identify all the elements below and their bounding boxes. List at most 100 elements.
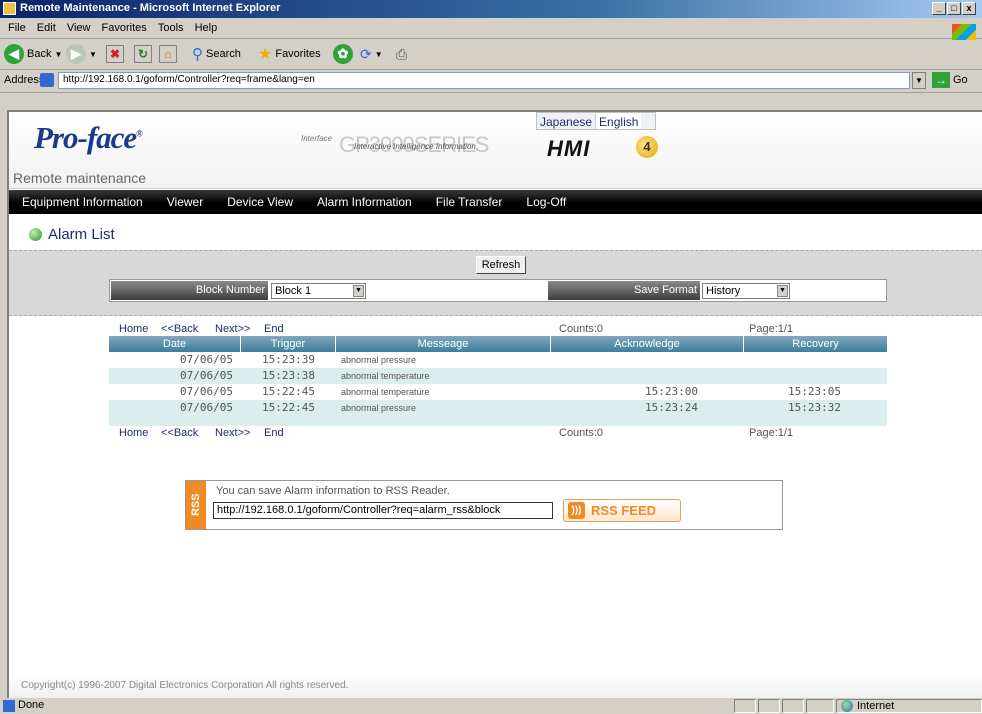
menu-edit[interactable]: Edit bbox=[37, 22, 56, 34]
hmi-logo: HMI bbox=[547, 136, 591, 161]
media-button[interactable]: ✿ bbox=[333, 43, 353, 65]
cell-recovery bbox=[744, 368, 887, 384]
page-subtitle: Remote maintenance bbox=[13, 170, 147, 186]
nav-equipment-information[interactable]: Equipment Information bbox=[22, 195, 143, 209]
cell-recovery: 15:23:32 bbox=[788, 401, 841, 414]
print-icon: ⎙ bbox=[396, 45, 408, 62]
globe-icon bbox=[841, 700, 853, 712]
menu-file[interactable]: File bbox=[8, 22, 26, 34]
rss-feed-button[interactable]: ))) RSS FEED bbox=[563, 499, 681, 522]
nav-file-transfer[interactable]: File Transfer bbox=[436, 195, 503, 209]
address-dropdown-icon[interactable]: ▼ bbox=[912, 72, 926, 89]
rss-icon: ))) bbox=[568, 502, 585, 519]
cell-trigger: 15:22:45 bbox=[262, 385, 315, 398]
history-button[interactable]: ⟳ ▼ bbox=[360, 43, 383, 65]
table-row: 07/06/05 15:23:39 abnormal pressure bbox=[109, 352, 887, 368]
minimize-button[interactable]: _ bbox=[932, 2, 946, 15]
refresh-icon: ↻ bbox=[134, 45, 152, 63]
home-button[interactable]: ⌂ bbox=[159, 43, 177, 65]
favorites-label: Favorites bbox=[275, 48, 321, 60]
stop-icon: ✖ bbox=[106, 45, 124, 63]
address-input[interactable]: http://192.168.0.1/goform/Controller?req… bbox=[58, 72, 910, 89]
windows-logo-icon bbox=[952, 24, 976, 40]
rss-url-field[interactable]: http://192.168.0.1/goform/Controller?req… bbox=[213, 502, 553, 519]
save-format-label: Save Format bbox=[548, 281, 700, 300]
address-label: Address bbox=[4, 74, 45, 86]
nav-home-link[interactable]: Home bbox=[119, 427, 148, 439]
rss-feed-label: RSS FEED bbox=[591, 503, 657, 518]
page-indicator: Page:1/1 bbox=[749, 427, 794, 439]
history-icon: ⟳ bbox=[360, 45, 372, 62]
stop-button[interactable]: ✖ bbox=[106, 43, 124, 65]
forward-dropdown-icon[interactable]: ▼ bbox=[89, 50, 97, 59]
block-number-select[interactable]: Block 1 ▼ bbox=[271, 283, 366, 299]
menu-help[interactable]: Help bbox=[195, 22, 218, 34]
refresh-button[interactable]: Refresh bbox=[476, 256, 526, 274]
rss-tab: RSS bbox=[186, 481, 206, 529]
zone-label: Internet bbox=[857, 700, 895, 712]
favorites-button[interactable]: ★ Favorites bbox=[258, 43, 321, 65]
cell-acknowledge: 15:23:24 bbox=[645, 401, 698, 414]
nav-alarm-information[interactable]: Alarm Information bbox=[317, 195, 412, 209]
home-icon: ⌂ bbox=[159, 45, 177, 63]
lang-japanese-link[interactable]: Japanese bbox=[537, 113, 595, 129]
forward-arrow-icon: ▶ bbox=[66, 44, 86, 64]
nav-next-link[interactable]: Next>> bbox=[215, 323, 250, 335]
search-button[interactable]: ⚲ Search bbox=[192, 43, 241, 65]
menu-view[interactable]: View bbox=[67, 22, 91, 34]
cell-trigger: 15:23:38 bbox=[262, 369, 315, 382]
history-dropdown-icon[interactable]: ▼ bbox=[375, 50, 383, 59]
lang-english-link[interactable]: English bbox=[595, 113, 642, 129]
cell-date: 07/06/05 bbox=[180, 401, 233, 414]
col-recovery: Recovery bbox=[792, 338, 839, 350]
counts-text: Counts:0 bbox=[559, 427, 604, 439]
cell-trigger: 15:23:39 bbox=[262, 353, 315, 366]
nav-back-link[interactable]: <<Back bbox=[161, 323, 198, 335]
nav-home-link[interactable]: Home bbox=[119, 323, 148, 335]
nav-device-view[interactable]: Device View bbox=[227, 195, 293, 209]
table-row: 07/06/05 15:22:45 abnormal pressure 15:2… bbox=[109, 400, 887, 416]
cell-message: abnormal pressure bbox=[341, 355, 417, 365]
menu-tools[interactable]: Tools bbox=[158, 22, 184, 34]
back-arrow-icon: ◀ bbox=[4, 44, 24, 64]
back-dropdown-icon[interactable]: ▼ bbox=[54, 50, 62, 59]
save-format-select[interactable]: History ▼ bbox=[702, 283, 790, 299]
cell-date: 07/06/05 bbox=[180, 385, 233, 398]
save-format-value: History bbox=[706, 285, 741, 297]
nav-log-off[interactable]: Log-Off bbox=[526, 195, 566, 209]
nav-viewer[interactable]: Viewer bbox=[167, 195, 203, 209]
col-acknowledge: Acknowledge bbox=[551, 336, 744, 352]
cell-date: 07/06/05 bbox=[180, 353, 233, 366]
alarm-table: Home <<Back Next>> End Counts:0 Page:1/1… bbox=[109, 322, 887, 440]
window-title: Remote Maintenance - Microsoft Internet … bbox=[20, 2, 281, 14]
close-button[interactable]: x bbox=[962, 2, 976, 15]
page-title: Alarm List bbox=[48, 226, 115, 243]
chevron-down-icon: ▼ bbox=[777, 285, 788, 297]
print-button[interactable]: ⎙ bbox=[396, 43, 407, 65]
table-spacer bbox=[109, 416, 887, 426]
status-pane bbox=[782, 699, 804, 713]
forward-button[interactable]: ▶ ▼ bbox=[66, 43, 97, 65]
nav-end-link[interactable]: End bbox=[264, 427, 284, 439]
status-pane bbox=[758, 699, 780, 713]
menu-favorites[interactable]: Favorites bbox=[102, 22, 147, 34]
go-arrow-icon: → bbox=[932, 72, 950, 88]
table-nav-top: Home <<Back Next>> End Counts:0 Page:1/1 bbox=[109, 322, 887, 336]
control-row: Block Number Block 1 ▼ Save Format Histo… bbox=[109, 279, 887, 302]
maximize-button[interactable]: □ bbox=[947, 2, 961, 15]
star-icon: ★ bbox=[258, 46, 273, 63]
status-pane bbox=[734, 699, 756, 713]
gp-tagline: Interactive Intelligence Information bbox=[354, 142, 476, 151]
page-header: Pro-face® Japanese English Interface GP3… bbox=[9, 112, 982, 189]
rss-description: You can save Alarm information to RSS Re… bbox=[216, 485, 450, 497]
status-pane bbox=[806, 699, 834, 713]
refresh-browser-button[interactable]: ↻ bbox=[134, 43, 152, 65]
nav-end-link[interactable]: End bbox=[264, 323, 284, 335]
page-status-icon bbox=[3, 700, 15, 712]
nav-back-link[interactable]: <<Back bbox=[161, 427, 198, 439]
nav-next-link[interactable]: Next>> bbox=[215, 427, 250, 439]
go-button[interactable]: → Go bbox=[932, 72, 968, 88]
back-button[interactable]: ◀ Back ▼ bbox=[4, 43, 62, 65]
block-number-value: Block 1 bbox=[275, 285, 312, 297]
alarm-list-heading: Alarm List bbox=[29, 226, 115, 243]
